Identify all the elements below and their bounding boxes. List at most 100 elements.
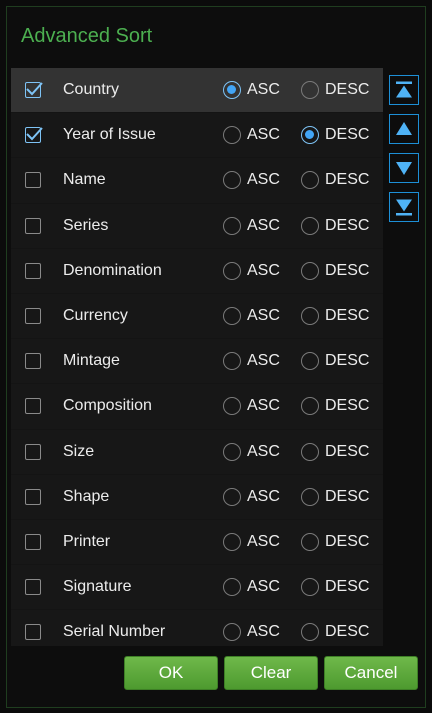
asc-radio[interactable] xyxy=(223,81,241,100)
asc-radio[interactable] xyxy=(223,171,241,190)
row-checkbox[interactable] xyxy=(25,488,41,505)
asc-radio[interactable] xyxy=(223,261,241,280)
move-to-top-button[interactable] xyxy=(389,75,419,105)
clear-button[interactable]: Clear xyxy=(224,656,318,690)
asc-radio[interactable] xyxy=(223,307,241,326)
dialog-title: Advanced Sort xyxy=(21,25,153,47)
asc-radio[interactable] xyxy=(223,216,241,235)
asc-radio[interactable] xyxy=(223,352,241,371)
desc-label: DESC xyxy=(325,578,370,596)
row-label: Shape xyxy=(63,487,110,505)
asc-radio[interactable] xyxy=(223,442,241,461)
desc-label: DESC xyxy=(325,442,370,460)
asc-radio[interactable] xyxy=(223,126,241,145)
desc-radio[interactable] xyxy=(301,261,319,280)
desc-label: DESC xyxy=(325,352,370,370)
desc-label: DESC xyxy=(325,532,370,550)
desc-label: DESC xyxy=(325,126,370,144)
row-checkbox[interactable] xyxy=(25,398,41,415)
desc-radio[interactable] xyxy=(301,397,319,416)
row-checkbox[interactable] xyxy=(25,82,43,99)
checkmark-icon xyxy=(26,82,43,96)
row-checkbox[interactable] xyxy=(25,262,41,279)
desc-radio[interactable] xyxy=(301,171,319,190)
asc-label: ASC xyxy=(247,397,280,415)
sort-row[interactable]: Shape ASC DESC xyxy=(11,475,383,520)
sort-row[interactable]: Mintage ASC DESC xyxy=(11,339,383,385)
row-label: Currency xyxy=(63,307,128,325)
row-label: Signature xyxy=(63,578,132,596)
desc-radio[interactable] xyxy=(301,578,319,597)
sort-row[interactable]: Denomination ASC DESC xyxy=(11,249,383,294)
asc-radio[interactable] xyxy=(223,397,241,416)
desc-label: DESC xyxy=(325,216,370,234)
desc-radio[interactable] xyxy=(301,623,319,642)
asc-label: ASC xyxy=(247,352,280,370)
row-checkbox[interactable] xyxy=(25,533,41,550)
desc-radio[interactable] xyxy=(301,352,319,371)
row-checkbox[interactable] xyxy=(25,217,41,234)
asc-label: ASC xyxy=(247,623,280,641)
row-label: Country xyxy=(63,81,120,99)
row-label: Mintage xyxy=(63,352,120,370)
asc-radio[interactable] xyxy=(223,487,241,506)
row-checkbox[interactable] xyxy=(25,127,43,144)
desc-radio[interactable] xyxy=(301,442,319,461)
desc-label: DESC xyxy=(325,623,370,641)
sort-row[interactable]: Year of Issue ASC DESC xyxy=(11,113,383,159)
asc-label: ASC xyxy=(247,487,280,505)
row-checkbox[interactable] xyxy=(25,308,41,325)
desc-radio[interactable] xyxy=(301,307,319,326)
desc-label: DESC xyxy=(325,261,370,279)
row-checkbox[interactable] xyxy=(25,172,41,189)
arrow-down-icon xyxy=(396,162,412,175)
asc-label: ASC xyxy=(247,578,280,596)
row-checkbox[interactable] xyxy=(25,579,41,596)
desc-radio[interactable] xyxy=(301,487,319,506)
row-label: Serial Number xyxy=(63,623,166,641)
row-checkbox[interactable] xyxy=(25,443,41,460)
desc-radio[interactable] xyxy=(301,81,319,100)
asc-label: ASC xyxy=(247,307,280,325)
checkmark-icon xyxy=(26,127,43,141)
row-label: Name xyxy=(63,171,106,189)
sort-row[interactable]: Currency ASC DESC xyxy=(11,294,383,340)
desc-radio[interactable] xyxy=(301,216,319,235)
desc-label: DESC xyxy=(325,81,370,99)
row-checkbox[interactable] xyxy=(25,624,41,641)
desc-radio[interactable] xyxy=(301,126,319,145)
move-to-bottom-button[interactable] xyxy=(389,192,419,222)
desc-radio[interactable] xyxy=(301,532,319,551)
asc-label: ASC xyxy=(247,442,280,460)
asc-radio[interactable] xyxy=(223,532,241,551)
asc-label: ASC xyxy=(247,81,280,99)
desc-label: DESC xyxy=(325,397,370,415)
arrow-up-icon xyxy=(396,122,412,135)
row-checkbox[interactable] xyxy=(25,353,41,370)
asc-radio[interactable] xyxy=(223,623,241,642)
row-label: Composition xyxy=(63,397,152,415)
sort-row[interactable]: Series ASC DESC xyxy=(11,204,383,249)
asc-label: ASC xyxy=(247,126,280,144)
desc-label: DESC xyxy=(325,171,370,189)
move-down-button[interactable] xyxy=(389,153,419,183)
sort-field-list[interactable]: Country ASC DESC Year of Issue ASC DESC Name AS… xyxy=(11,68,383,646)
asc-label: ASC xyxy=(247,216,280,234)
cancel-button[interactable]: Cancel xyxy=(324,656,418,690)
sort-row[interactable]: Composition ASC DESC xyxy=(11,384,383,430)
sort-row[interactable]: Serial Number ASC DESC xyxy=(11,610,383,646)
desc-label: DESC xyxy=(325,307,370,325)
sort-row[interactable]: Printer ASC DESC xyxy=(11,520,383,566)
move-to-top-icon xyxy=(396,81,412,98)
sort-row[interactable]: Signature ASC DESC xyxy=(11,565,383,611)
asc-radio[interactable] xyxy=(223,578,241,597)
sort-row[interactable]: Size ASC DESC xyxy=(11,430,383,475)
move-up-button[interactable] xyxy=(389,114,419,144)
row-label: Denomination xyxy=(63,261,162,279)
move-to-bottom-icon xyxy=(396,199,412,216)
row-label: Series xyxy=(63,216,109,234)
ok-button[interactable]: OK xyxy=(124,656,218,690)
sort-row[interactable]: Country ASC DESC xyxy=(11,68,383,114)
asc-label: ASC xyxy=(247,532,280,550)
sort-row[interactable]: Name ASC DESC xyxy=(11,158,383,204)
